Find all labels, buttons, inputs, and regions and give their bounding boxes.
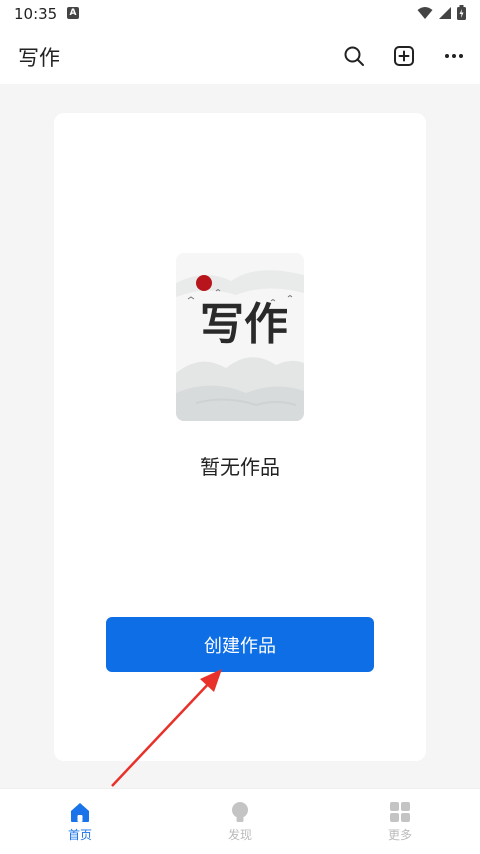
nav-label-discover: 发现 [227, 828, 252, 842]
header-actions [340, 42, 468, 70]
status-icons [417, 5, 466, 20]
grid-icon [390, 802, 410, 822]
add-square-icon [394, 46, 414, 66]
search-button[interactable] [340, 42, 368, 70]
nav-label-home: 首页 [67, 828, 92, 842]
empty-state-text: 暂无作品 [200, 455, 280, 479]
writing-cover-illustration: 写作 [176, 253, 304, 421]
nav-item-more[interactable]: 更多 [320, 789, 480, 854]
nav-item-discover[interactable]: 发现 [160, 789, 320, 854]
add-button[interactable] [390, 42, 418, 70]
nav-item-home[interactable]: 首页 [0, 789, 160, 854]
cover-title: 写作 [200, 299, 288, 350]
home-icon [71, 803, 89, 822]
notification-icon: A [67, 7, 79, 19]
writing-cover-image: 写作 [176, 253, 304, 421]
empty-state-card: 写作 暂无作品 创建作品 [54, 113, 426, 761]
app-bar: 写作 [0, 28, 480, 84]
more-icon [445, 54, 463, 58]
more-button[interactable] [440, 42, 468, 70]
signal-icon [439, 6, 451, 19]
bottom-navigation: 首页 发现 更多 [0, 788, 480, 854]
status-bar: 10:35 A [0, 0, 480, 28]
create-work-button[interactable]: 创建作品 [106, 617, 374, 672]
search-icon [344, 46, 364, 66]
wifi-icon [417, 6, 433, 19]
page-title: 写作 [18, 46, 60, 70]
discover-icon [232, 802, 248, 822]
status-time: 10:35 [14, 5, 58, 23]
nav-label-more: 更多 [387, 828, 412, 842]
battery-icon [457, 5, 466, 20]
